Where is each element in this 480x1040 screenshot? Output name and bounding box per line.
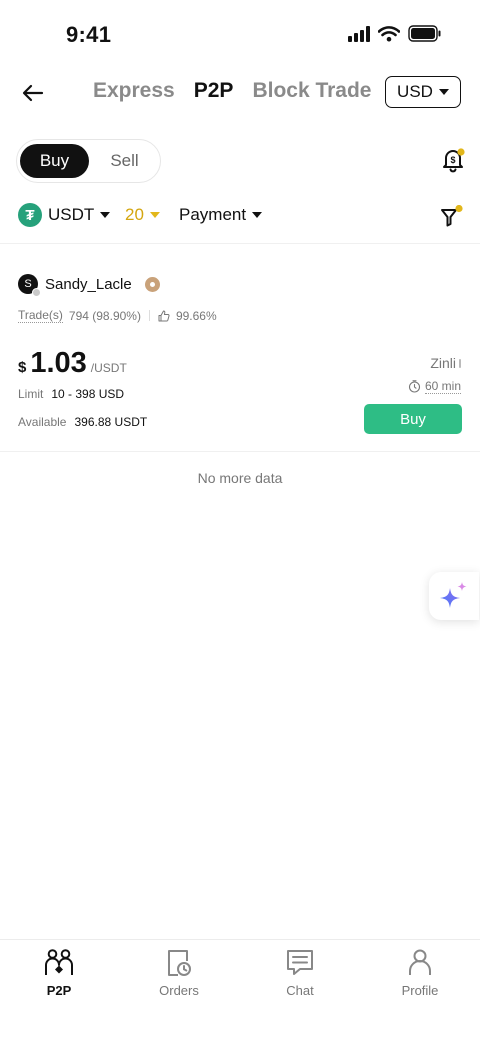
available-value: 396.88 USDT [74, 415, 148, 429]
payment-color-bar [459, 358, 461, 368]
caret-down-icon [100, 212, 111, 218]
time-limit: 60 min [408, 379, 461, 394]
currency-label: USD [397, 82, 433, 101]
caret-down-icon [252, 212, 263, 218]
notification-bell-button[interactable]: $ [440, 147, 466, 173]
battery-icon [408, 25, 441, 42]
bottom-nav-orders[interactable]: Orders [139, 948, 219, 998]
bottom-nav-chat[interactable]: Chat [260, 948, 340, 998]
divider [0, 451, 480, 452]
timer-icon [408, 380, 421, 393]
stats-separator [148, 310, 150, 321]
time-limit-value: 60 min [424, 379, 461, 394]
profile-icon [409, 949, 431, 975]
status-time: 9:41 [66, 22, 112, 47]
available-label: Available [18, 415, 67, 429]
coin-label: USDT [48, 205, 95, 224]
ai-assistant-button[interactable] [429, 572, 479, 620]
merchant-name[interactable]: Sandy_Lacle [45, 276, 132, 293]
price-symbol: $ [18, 359, 27, 376]
toggle-buy-button[interactable]: Buy [20, 144, 89, 178]
bottom-nav-p2p[interactable]: P2P [19, 948, 99, 998]
caret-down-icon [438, 89, 449, 95]
back-arrow-icon [22, 84, 44, 102]
orders-icon [168, 950, 191, 976]
filter-row: ₮ USDT 20 Payment [0, 203, 480, 233]
payment-method: Zinli [430, 355, 461, 371]
cellular-signal-icon [348, 25, 370, 42]
avatar-letter: S [24, 278, 32, 290]
thumbs-up-icon [158, 310, 170, 321]
merchant-badge-icon [144, 276, 160, 292]
filter-button[interactable] [439, 204, 463, 229]
status-icons [348, 25, 442, 42]
bottom-nav-profile[interactable]: Profile [380, 948, 460, 998]
currency-selector[interactable]: USD [385, 76, 461, 108]
limit-row: Limit 10 - 398 USD [18, 387, 124, 401]
merchant-row[interactable]: S Sandy_Lacle [18, 274, 160, 297]
ad-card: S Sandy_Lacle Trade(s) 794 (98.90%) 99.6… [0, 244, 480, 451]
svg-text:$: $ [450, 155, 455, 165]
limit-label: Limit [18, 387, 44, 401]
coin-selector[interactable]: ₮ USDT [18, 203, 111, 227]
nav-tabs: Express P2P Block Trade [93, 79, 372, 103]
trades-label: Trade(s) [18, 308, 63, 323]
price-unit: /USDT [90, 361, 127, 375]
p2p-users-icon [45, 949, 73, 975]
filter-icon [441, 204, 463, 227]
tether-icon: ₮ [18, 203, 42, 227]
bottom-nav-label: Profile [401, 983, 439, 998]
online-status-dot [32, 288, 41, 297]
tab-p2p[interactable]: P2P [194, 79, 234, 103]
no-more-data-text: No more data [197, 470, 283, 486]
rating-value: 99.66% [175, 308, 217, 323]
avatar: S [18, 274, 41, 297]
tab-block-trade[interactable]: Block Trade [252, 79, 371, 103]
merchant-stats: Trade(s) 794 (98.90%) 99.66% [18, 308, 217, 323]
price-value: 1.03 [30, 347, 87, 379]
dollar-bell-icon: $ [443, 148, 465, 173]
limit-value: 10 - 398 USD [51, 387, 125, 401]
bottom-nav-label: Chat [286, 983, 314, 998]
buy-button[interactable]: Buy [364, 404, 462, 434]
bottom-nav-label: P2P [46, 983, 72, 998]
toggle-sell-button[interactable]: Sell [92, 144, 157, 178]
tab-express[interactable]: Express [93, 79, 175, 103]
caret-down-icon [149, 212, 160, 218]
payment-method-label: Zinli [430, 355, 456, 371]
status-bar: 9:41 [0, 0, 480, 70]
back-button[interactable] [18, 78, 48, 108]
buy-sell-toggle: Buy Sell [16, 139, 161, 183]
bottom-nav-label: Orders [159, 983, 199, 998]
amount-selector[interactable]: 20 [125, 205, 160, 225]
payment-label: Payment [179, 205, 247, 224]
bottom-nav: P2P Orders Chat Profile [0, 939, 480, 1040]
top-nav: Express P2P Block Trade USD [0, 70, 480, 116]
trades-value: 794 (98.90%) [68, 308, 141, 323]
payment-selector[interactable]: Payment [179, 205, 263, 225]
price-row: $ 1.03 /USDT [18, 347, 127, 380]
chat-icon [287, 950, 313, 975]
wifi-icon [378, 25, 400, 41]
available-row: Available 396.88 USDT [18, 415, 147, 429]
sparkle-icon [440, 582, 467, 608]
amount-label: 20 [125, 205, 144, 224]
